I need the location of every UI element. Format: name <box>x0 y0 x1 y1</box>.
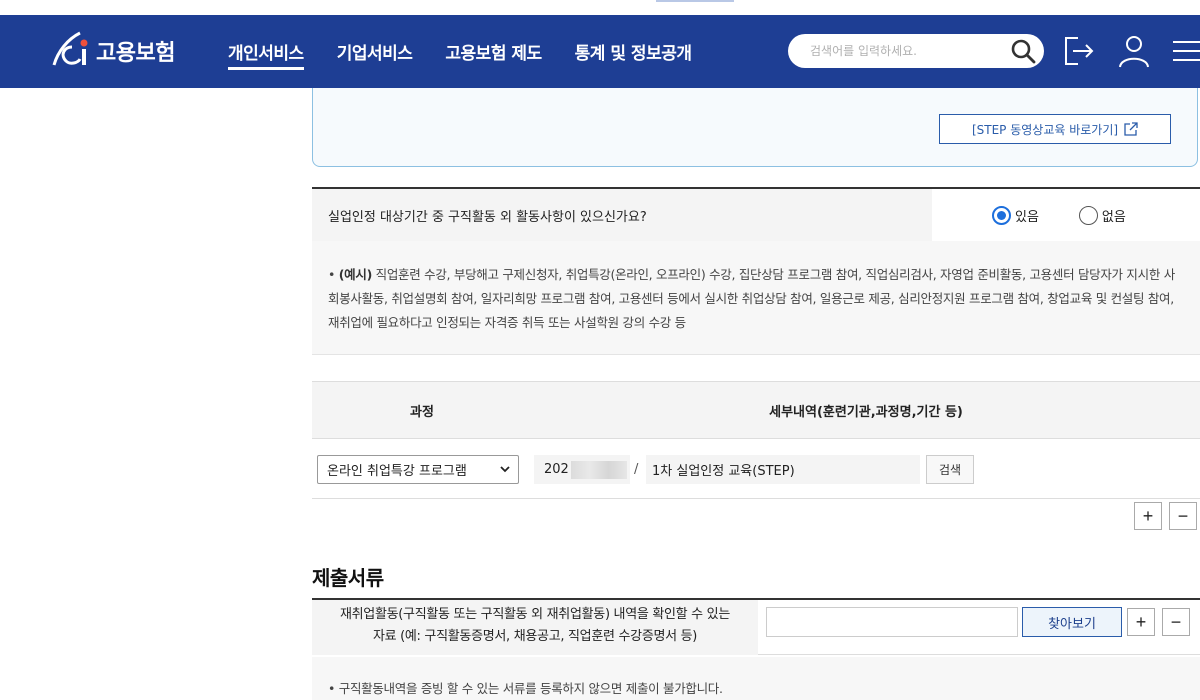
period-value: 202 <box>544 462 569 477</box>
external-link-icon <box>1124 122 1138 136</box>
add-document-button[interactable]: + <box>1127 608 1155 636</box>
top-strip-mark <box>656 0 734 2</box>
step-video-link-button[interactable]: [STEP 동영상교육 바로가기] <box>939 114 1171 144</box>
course-select[interactable]: 온라인 취업특강 프로그램 <box>317 455 519 484</box>
step-video-link-label: [STEP 동영상교육 바로가기] <box>971 122 1119 137</box>
activity-question-text: 실업인정 대상기간 중 구직활동 외 활동사항이 있으신가요? <box>328 209 647 225</box>
radio-no-label: 없음 <box>1101 209 1126 225</box>
radio-no-circle[interactable] <box>1078 205 1098 225</box>
period-field[interactable]: 202 <box>534 455 630 484</box>
documents-label: 재취업활동(구직활동 또는 구직활동 외 재취업활동) 내역을 확인할 수 있는… <box>312 600 758 655</box>
notice-bullet: • <box>328 681 339 696</box>
add-row-button[interactable]: + <box>1134 502 1162 530</box>
top-strip <box>0 0 1200 15</box>
examples-body: 직업훈련 수강, 부당해고 구제신청자, 취업특강(온라인, 오프라인) 수강,… <box>328 267 1175 330</box>
radio-no[interactable]: 없음 <box>1078 205 1126 225</box>
nav-insurance-system[interactable]: 고용보험 제도 <box>445 15 542 88</box>
main-content: [STEP 동영상교육 바로가기] 실업인정 대상기간 중 구직활동 외 활동사… <box>312 88 1200 700</box>
table-row: 온라인 취업특강 프로그램 202 / 1차 실업인정 교육(STEP) 검색 <box>312 439 1200 499</box>
radio-yes-label: 있음 <box>1015 209 1039 225</box>
remove-row-button[interactable]: − <box>1169 502 1197 530</box>
browse-button[interactable]: 찾아보기 <box>1022 607 1122 637</box>
activity-answer-group: 있음 없음 <box>932 189 1200 241</box>
step-video-box: [STEP 동영상교육 바로가기] <box>312 88 1198 167</box>
examples-box: • (예시) 직업훈련 수강, 부당해고 구제신청자, 취업특강(온라인, 오프… <box>312 241 1200 355</box>
logo-mark-icon <box>52 31 88 66</box>
user-icon[interactable] <box>1117 34 1151 68</box>
nav-statistics[interactable]: 통계 및 정보공개 <box>575 15 692 88</box>
field-separator: / <box>634 462 639 477</box>
col-header-course: 과정 <box>410 404 434 420</box>
documents-label-line1: 재취업활동(구직활동 또는 구직활동 외 재취업활동) 내역을 확인할 수 있는 <box>339 607 730 622</box>
nav-business-services[interactable]: 기업서비스 <box>337 15 413 88</box>
remove-document-button[interactable]: − <box>1162 608 1190 636</box>
file-path-field[interactable] <box>766 607 1018 637</box>
radio-yes-circle[interactable] <box>992 205 1011 225</box>
activity-question-row: 실업인정 대상기간 중 구직활동 외 활동사항이 있으신가요? 있음 없음 <box>312 187 1200 241</box>
logo-text: 고용보험 <box>96 41 175 66</box>
site-header: 고용보험 개인서비스 기업서비스 고용보험 제도 통계 및 정보공개 <box>0 15 1200 88</box>
documents-title: 제출서류 <box>312 566 384 590</box>
documents-row: 재취업활동(구직활동 또는 구직활동 외 재취업활동) 내역을 확인할 수 있는… <box>312 598 1200 655</box>
logo[interactable]: 고용보험 <box>50 29 175 73</box>
notice-text: 구직활동내역을 증빙 할 수 있는 서류를 등록하지 않으면 제출이 불가합니다… <box>338 681 723 696</box>
activity-table-header: 과정 세부내역(훈련기관,과정명,기간 등) <box>312 381 1200 439</box>
header-search <box>788 34 1044 68</box>
redacted-period <box>570 460 627 479</box>
radio-yes[interactable]: 있음 <box>992 205 1039 225</box>
detail-value: 1차 실업인정 교육(STEP) <box>652 464 795 479</box>
search-input[interactable] <box>810 34 1010 68</box>
col-header-detail: 세부내역(훈련기관,과정명,기간 등) <box>769 404 963 420</box>
detail-field[interactable]: 1차 실업인정 교육(STEP) <box>646 455 920 484</box>
detail-search-button[interactable]: 검색 <box>926 455 974 484</box>
search-icon[interactable] <box>1010 38 1036 64</box>
documents-label-line2: 자료 (예: 구직활동증명서, 채용공고, 직업훈련 수강증명서 등) <box>372 629 698 644</box>
examples-text: • (예시) 직업훈련 수강, 부당해고 구제신청자, 취업특강(온라인, 오프… <box>328 267 1175 330</box>
logout-icon[interactable] <box>1062 34 1096 68</box>
chevron-down-icon <box>500 466 510 473</box>
examples-prefix: (예시) <box>338 267 373 282</box>
menu-icon[interactable] <box>1170 34 1200 68</box>
course-select-value: 온라인 취업특강 프로그램 <box>327 464 467 479</box>
main-nav: 개인서비스 기업서비스 고용보험 제도 통계 및 정보공개 <box>228 15 725 88</box>
documents-notice: • 구직활동내역을 증빙 할 수 있는 서류를 등록하지 않으면 제출이 불가합… <box>312 657 1200 700</box>
nav-personal-services[interactable]: 개인서비스 <box>228 15 304 88</box>
